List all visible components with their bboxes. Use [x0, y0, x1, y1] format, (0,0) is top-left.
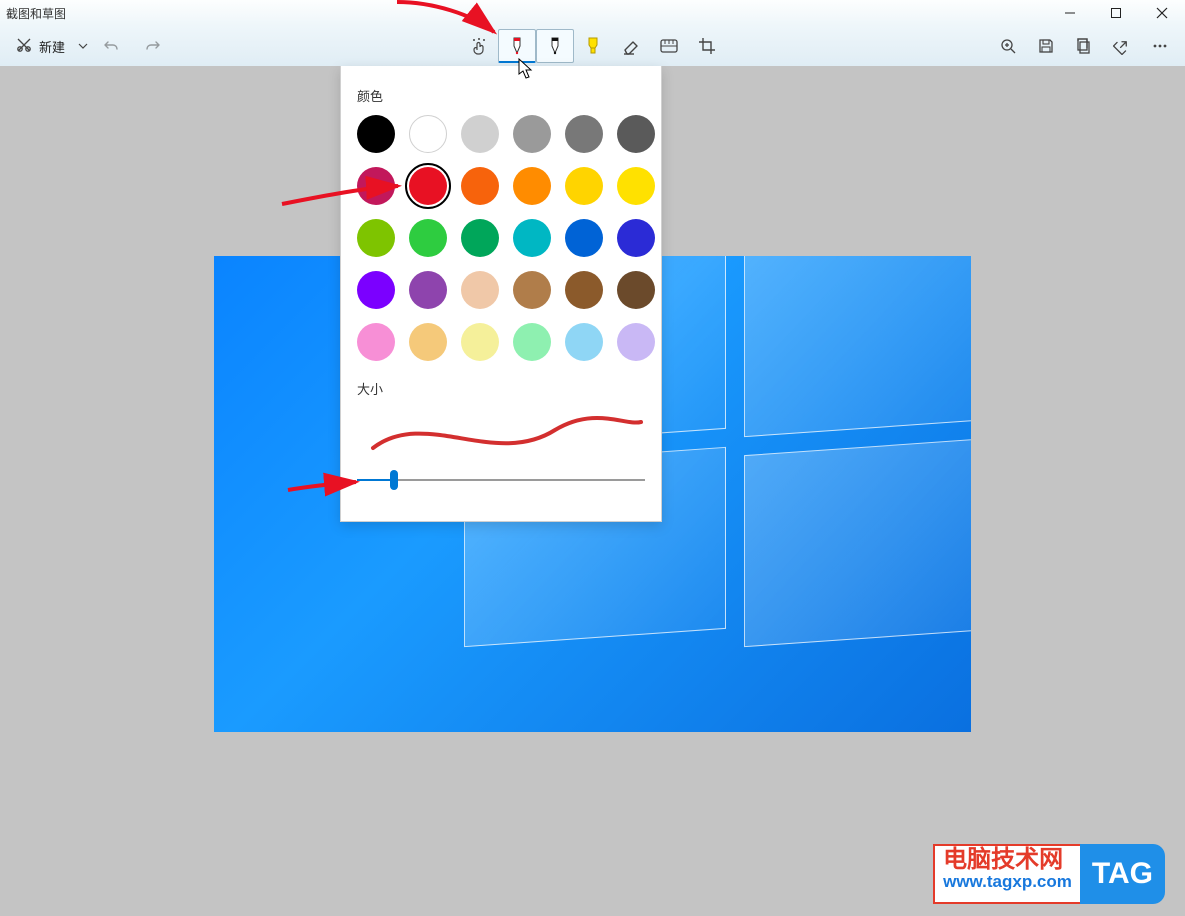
- crop-button[interactable]: [688, 29, 726, 63]
- color-swatch[interactable]: [409, 323, 447, 361]
- color-swatch[interactable]: [513, 115, 551, 153]
- slider-track: [357, 479, 645, 481]
- new-snip-icon: [15, 36, 33, 57]
- toolbar-center: [460, 29, 726, 63]
- color-swatch[interactable]: [357, 271, 395, 309]
- color-swatch[interactable]: [617, 271, 655, 309]
- maximize-button[interactable]: [1093, 0, 1139, 26]
- color-swatch[interactable]: [513, 167, 551, 205]
- color-swatch[interactable]: [461, 115, 499, 153]
- color-swatch[interactable]: [409, 115, 447, 153]
- watermark-line2: www.tagxp.com: [943, 873, 1072, 892]
- size-section-label: 大小: [357, 379, 647, 398]
- toolbar-left: 新建: [6, 29, 172, 63]
- pencil-button[interactable]: [536, 29, 574, 63]
- watermark-line1: 电脑技术网: [943, 847, 1072, 873]
- share-button[interactable]: [1103, 29, 1141, 63]
- more-button[interactable]: [1141, 29, 1179, 63]
- window-title: 截图和草图: [6, 5, 66, 22]
- color-swatch[interactable]: [565, 115, 603, 153]
- highlighter-button[interactable]: [574, 29, 612, 63]
- color-swatch[interactable]: [617, 115, 655, 153]
- color-swatch[interactable]: [409, 167, 447, 205]
- color-swatch[interactable]: [565, 167, 603, 205]
- color-swatch-grid: [357, 115, 647, 361]
- save-button[interactable]: [1027, 29, 1065, 63]
- color-swatch[interactable]: [357, 219, 395, 257]
- new-dropdown[interactable]: [78, 29, 88, 63]
- color-swatch[interactable]: [409, 271, 447, 309]
- color-swatch[interactable]: [461, 219, 499, 257]
- color-swatch[interactable]: [461, 323, 499, 361]
- touch-writing-button[interactable]: [460, 29, 498, 63]
- size-preview: [355, 408, 647, 462]
- color-swatch[interactable]: [357, 115, 395, 153]
- new-button-label: 新建: [39, 37, 65, 56]
- color-swatch[interactable]: [461, 167, 499, 205]
- new-button[interactable]: 新建: [6, 29, 74, 63]
- toolbar-right: [989, 29, 1179, 63]
- color-swatch[interactable]: [357, 167, 395, 205]
- color-swatch[interactable]: [617, 167, 655, 205]
- title-bar: 截图和草图: [0, 0, 1185, 26]
- color-swatch[interactable]: [565, 271, 603, 309]
- color-swatch[interactable]: [513, 323, 551, 361]
- ballpoint-pen-button[interactable]: [498, 29, 536, 63]
- color-swatch[interactable]: [461, 271, 499, 309]
- copy-button[interactable]: [1065, 29, 1103, 63]
- ruler-button[interactable]: [650, 29, 688, 63]
- slider-fill: [357, 479, 394, 481]
- color-swatch[interactable]: [409, 219, 447, 257]
- color-swatch[interactable]: [565, 219, 603, 257]
- color-swatch[interactable]: [617, 219, 655, 257]
- color-swatch[interactable]: [565, 323, 603, 361]
- size-slider[interactable]: [357, 466, 645, 494]
- window-buttons: [1047, 0, 1185, 26]
- color-swatch[interactable]: [357, 323, 395, 361]
- zoom-button[interactable]: [989, 29, 1027, 63]
- undo-button[interactable]: [92, 29, 130, 63]
- watermark-badge: TAG: [1080, 844, 1165, 904]
- toolbar: 新建: [0, 26, 1185, 66]
- minimize-button[interactable]: [1047, 0, 1093, 26]
- color-section-label: 颜色: [357, 86, 647, 105]
- close-button[interactable]: [1139, 0, 1185, 26]
- color-swatch[interactable]: [617, 323, 655, 361]
- slider-thumb[interactable]: [390, 470, 398, 490]
- color-swatch[interactable]: [513, 271, 551, 309]
- color-swatch[interactable]: [513, 219, 551, 257]
- redo-button[interactable]: [134, 29, 172, 63]
- watermark: 电脑技术网 www.tagxp.com TAG: [933, 844, 1165, 904]
- pen-settings-popup: 颜色 大小: [340, 66, 662, 522]
- eraser-button[interactable]: [612, 29, 650, 63]
